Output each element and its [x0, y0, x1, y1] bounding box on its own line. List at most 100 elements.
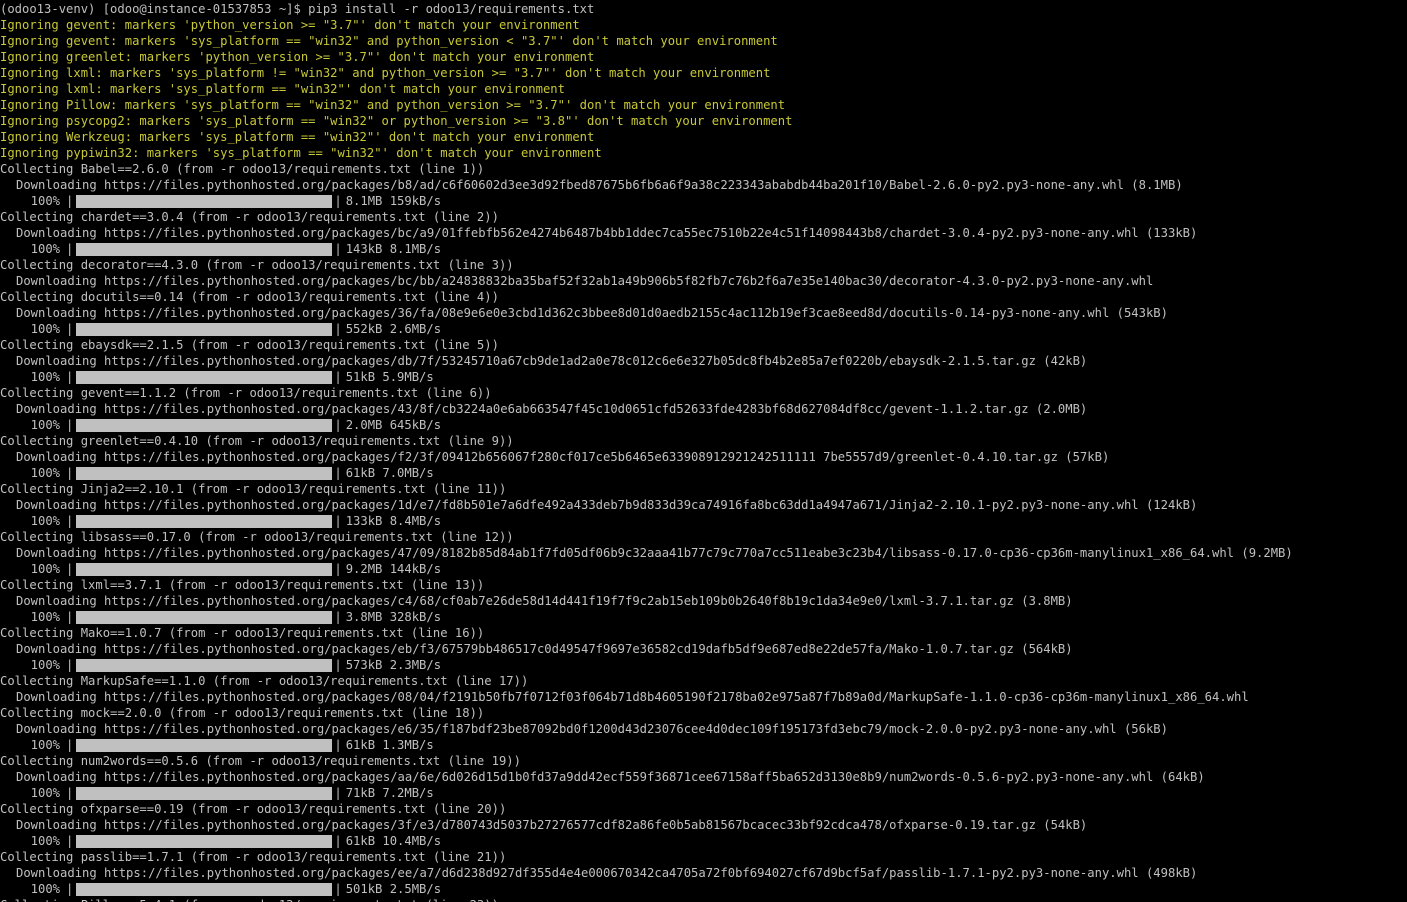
progress-percent: 100% [30, 514, 60, 528]
warning-line: Ignoring greenlet: markers 'python_versi… [0, 50, 595, 64]
output-line: Collecting ofxparse==0.19 (from -r odoo1… [0, 802, 507, 816]
progress-percent: 100% [30, 882, 60, 896]
output-line: Collecting ebaysdk==2.1.5 (from -r odoo1… [0, 338, 499, 352]
download-line: Downloading https://files.pythonhosted.o… [16, 450, 1110, 464]
progress-bar: | | [66, 562, 342, 576]
progress-line: 100% | | 3.8MB 328kB/s [0, 609, 1407, 625]
progress-stats: 9.2MB 144kB/s [345, 562, 442, 576]
progress-percent: 100% [30, 658, 60, 672]
warning-line: Ignoring Pillow: markers 'sys_platform =… [0, 98, 786, 112]
download-line: Downloading https://files.pythonhosted.o… [16, 402, 1088, 416]
progress-bar: | | [66, 514, 342, 528]
progress-stats: 61kB 1.3MB/s [345, 738, 434, 752]
command-prompt-line: (odoo13-venv) [odoo@instance-01537853 ~]… [0, 2, 595, 16]
progress-bar: | | [66, 882, 342, 896]
progress-bar: | | [66, 466, 342, 480]
download-line: Downloading https://files.pythonhosted.o… [16, 178, 1183, 192]
progress-percent: 100% [30, 418, 60, 432]
download-line: Downloading https://files.pythonhosted.o… [16, 690, 1249, 704]
progress-bar-fill [76, 194, 333, 208]
output-line: Collecting mock==2.0.0 (from -r odoo13/r… [0, 706, 485, 720]
progress-line: 100% | | 552kB 2.6MB/s [0, 321, 1407, 337]
progress-line: 100% | | 51kB 5.9MB/s [0, 369, 1407, 385]
progress-line: 100% | | 61kB 7.0MB/s [0, 465, 1407, 481]
progress-line: 100% | | 133kB 8.4MB/s [0, 513, 1407, 529]
progress-bar-fill [76, 562, 333, 576]
progress-bar-fill [76, 882, 333, 896]
output-line: Collecting num2words==0.5.6 (from -r odo… [0, 754, 521, 768]
download-line: Downloading https://files.pythonhosted.o… [16, 274, 1154, 288]
output-line: Collecting lxml==3.7.1 (from -r odoo13/r… [0, 578, 485, 592]
progress-stats: 51kB 5.9MB/s [345, 370, 434, 384]
output-line: Collecting MarkupSafe==1.1.0 (from -r od… [0, 674, 529, 688]
progress-line: 100% | | 143kB 8.1MB/s [0, 241, 1407, 257]
progress-stats: 3.8MB 328kB/s [345, 610, 442, 624]
download-line: Downloading https://files.pythonhosted.o… [16, 546, 1293, 560]
output-line: Collecting passlib==1.7.1 (from -r odoo1… [0, 850, 507, 864]
progress-line: 100% | | 501kB 2.5MB/s [0, 881, 1407, 897]
progress-bar-fill [76, 322, 333, 336]
output-line: Collecting greenlet==0.4.10 (from -r odo… [0, 434, 514, 448]
progress-line: 100% | | 2.0MB 645kB/s [0, 417, 1407, 433]
progress-line: 100% | | 61kB 10.4MB/s [0, 833, 1407, 849]
progress-bar: | | [66, 194, 342, 208]
output-line: Collecting Jinja2==2.10.1 (from -r odoo1… [0, 482, 507, 496]
progress-stats: 8.1MB 159kB/s [345, 194, 442, 208]
progress-bar: | | [66, 658, 342, 672]
progress-stats: 61kB 7.0MB/s [345, 466, 434, 480]
progress-percent: 100% [30, 242, 60, 256]
progress-bar: | | [66, 322, 342, 336]
progress-percent: 100% [30, 194, 60, 208]
download-line: Downloading https://files.pythonhosted.o… [16, 226, 1198, 240]
warning-line: Ignoring lxml: markers 'sys_platform != … [0, 66, 771, 80]
progress-stats: 133kB 8.4MB/s [345, 514, 442, 528]
progress-bar-fill [76, 786, 333, 800]
download-line: Downloading https://files.pythonhosted.o… [16, 642, 1073, 656]
progress-line: 100% | | 9.2MB 144kB/s [0, 561, 1407, 577]
progress-bar-fill [76, 514, 333, 528]
progress-bar-fill [76, 610, 333, 624]
download-line: Downloading https://files.pythonhosted.o… [16, 722, 1168, 736]
progress-bar: | | [66, 370, 342, 384]
progress-stats: 2.0MB 645kB/s [345, 418, 442, 432]
warning-line: Ignoring psycopg2: markers 'sys_platform… [0, 114, 793, 128]
progress-bar-fill [76, 834, 333, 848]
progress-bar-fill [76, 466, 333, 480]
download-line: Downloading https://files.pythonhosted.o… [16, 498, 1198, 512]
download-line: Downloading https://files.pythonhosted.o… [16, 306, 1168, 320]
output-line: Collecting Mako==1.0.7 (from -r odoo13/r… [0, 626, 485, 640]
output-line: Collecting gevent==1.1.2 (from -r odoo13… [0, 386, 492, 400]
progress-bar-fill [76, 658, 333, 672]
progress-percent: 100% [30, 610, 60, 624]
output-line: Collecting chardet==3.0.4 (from -r odoo1… [0, 210, 499, 224]
progress-stats: 573kB 2.3MB/s [345, 658, 442, 672]
progress-line: 100% | | 8.1MB 159kB/s [0, 193, 1407, 209]
progress-bar: | | [66, 786, 342, 800]
output-line: Collecting Babel==2.6.0 (from -r odoo13/… [0, 162, 485, 176]
download-line: Downloading https://files.pythonhosted.o… [16, 770, 1205, 784]
terminal-window[interactable]: (odoo13-venv) [odoo@instance-01537853 ~]… [0, 0, 1407, 902]
progress-bar: | | [66, 834, 342, 848]
download-line: Downloading https://files.pythonhosted.o… [16, 866, 1198, 880]
progress-bar: | | [66, 738, 342, 752]
progress-stats: 143kB 8.1MB/s [345, 242, 442, 256]
progress-bar-fill [76, 242, 333, 256]
progress-line: 100% | | 61kB 1.3MB/s [0, 737, 1407, 753]
output-line: Collecting Pillow==5.4.1 (from -r odoo13… [0, 897, 1407, 902]
progress-percent: 100% [30, 786, 60, 800]
warning-line: Ignoring Werkzeug: markers 'sys_platform… [0, 130, 595, 144]
progress-line: 100% | | 573kB 2.3MB/s [0, 657, 1407, 673]
progress-percent: 100% [30, 834, 60, 848]
warning-line: Ignoring pypiwin32: markers 'sys_platfor… [0, 146, 602, 160]
download-line: Downloading https://files.pythonhosted.o… [16, 818, 1088, 832]
warning-line: Ignoring gevent: markers 'sys_platform =… [0, 34, 778, 48]
progress-percent: 100% [30, 738, 60, 752]
progress-stats: 552kB 2.6MB/s [345, 322, 442, 336]
progress-percent: 100% [30, 322, 60, 336]
progress-bar: | | [66, 610, 342, 624]
progress-bar-fill [76, 370, 333, 384]
progress-percent: 100% [30, 370, 60, 384]
output-line: Collecting decorator==4.3.0 (from -r odo… [0, 258, 514, 272]
progress-line: 100% | | 71kB 7.2MB/s [0, 785, 1407, 801]
progress-percent: 100% [30, 466, 60, 480]
